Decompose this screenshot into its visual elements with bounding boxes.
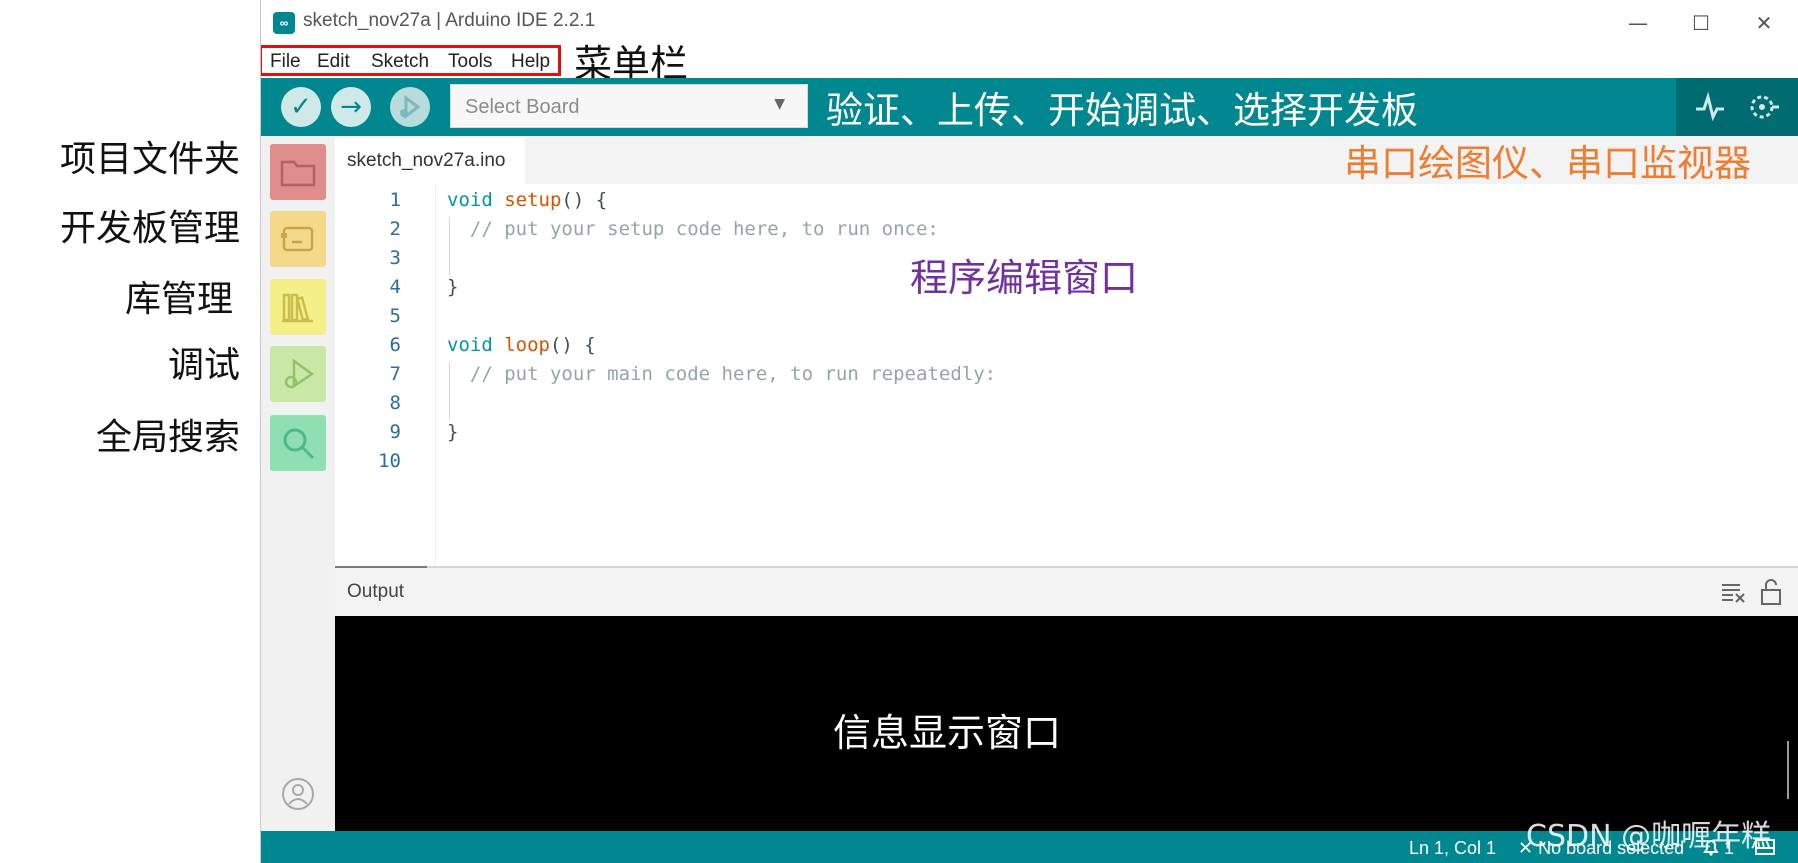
output-header: Output xyxy=(335,568,1798,616)
annotation-toolbar: 验证、上传、开始调试、选择开发板 xyxy=(826,89,1418,132)
annotation-search: 全局搜索 xyxy=(95,417,240,458)
toolbar: ✓ → Select Board ▼ 验证、上传、开始调试、选择开发板 xyxy=(261,78,1798,136)
annotation-editor: 程序编辑窗口 xyxy=(910,256,1139,300)
code-line-6: void loop() { xyxy=(447,334,596,356)
line-number: 7 xyxy=(389,363,401,385)
debug-icon[interactable] xyxy=(390,87,430,127)
output-title: Output xyxy=(347,581,405,602)
code-text: () { xyxy=(549,334,596,356)
toolbar-right-group xyxy=(1676,78,1798,136)
annotation-library: 库管理 xyxy=(124,279,233,320)
folder-icon[interactable] xyxy=(270,144,326,200)
arduino-logo-icon: ∞ xyxy=(273,12,295,34)
code-line-1: void setup() { xyxy=(447,189,607,211)
line-number: 3 xyxy=(389,247,401,269)
annotation-boards: 开发板管理 xyxy=(59,208,240,249)
title-bar: ∞ sketch_nov27a | Arduino IDE 2.2.1 — ☐ … xyxy=(261,0,1798,46)
code-keyword: void xyxy=(447,189,493,211)
cursor-position: Ln 1, Col 1 xyxy=(1409,838,1497,858)
line-number: 6 xyxy=(389,334,401,356)
output-scrollbar[interactable] xyxy=(1787,741,1789,799)
lock-icon[interactable] xyxy=(1760,578,1782,606)
line-number: 10 xyxy=(378,450,401,472)
serial-plotter-icon[interactable] xyxy=(1690,88,1730,126)
sidebar xyxy=(261,136,335,831)
code-line-2: // put your setup code here, to run once… xyxy=(447,218,939,240)
annotation-serial: 串口绘图仪、串口监视器 xyxy=(1344,142,1751,185)
maximize-button[interactable]: ☐ xyxy=(1681,8,1721,38)
clear-output-icon[interactable] xyxy=(1720,580,1746,604)
account-icon[interactable] xyxy=(281,777,315,811)
library-icon[interactable] xyxy=(270,279,326,335)
code-function: setup xyxy=(504,189,562,211)
minimize-button[interactable]: — xyxy=(1618,8,1658,38)
annotation-debug: 调试 xyxy=(167,345,240,386)
serial-monitor-icon[interactable] xyxy=(1744,88,1784,126)
status-bar: Ln 1, Col 1 ✕ No board selected 1 CSDN @… xyxy=(261,819,1798,863)
code-function: loop xyxy=(504,334,550,356)
code-keyword: void xyxy=(447,334,493,356)
line-number: 4 xyxy=(389,276,401,298)
menubar-highlight-box xyxy=(261,45,561,76)
tab-label: sketch_nov27a.ino xyxy=(347,150,506,171)
board-icon[interactable] xyxy=(270,211,326,267)
code-line-4: } xyxy=(447,276,459,298)
debug-bug-icon[interactable] xyxy=(270,346,326,402)
window-title: sketch_nov27a | Arduino IDE 2.2.1 xyxy=(303,10,596,31)
search-icon[interactable] xyxy=(270,415,326,471)
output-console[interactable]: 信息显示窗口 xyxy=(335,616,1798,831)
chevron-down-icon: ▼ xyxy=(774,96,785,112)
line-number: 1 xyxy=(389,189,401,211)
verify-icon[interactable]: ✓ xyxy=(281,87,321,127)
code-line-9: } xyxy=(447,421,459,443)
line-number: 9 xyxy=(389,421,401,443)
line-number-gutter: 1 2 3 4 5 6 7 8 9 10 xyxy=(335,184,436,566)
board-selector[interactable]: Select Board ▼ xyxy=(450,84,808,128)
tab-sketch[interactable]: sketch_nov27a.ino xyxy=(335,136,525,184)
board-selector-label: Select Board xyxy=(465,96,580,118)
line-number: 5 xyxy=(389,305,401,327)
annotation-output: 信息显示窗口 xyxy=(833,711,1062,755)
editor-tab-bar: sketch_nov27a.ino 串口绘图仪、串口监视器 xyxy=(335,136,1798,185)
code-line-7: // put your main code here, to run repea… xyxy=(447,363,997,385)
line-number: 2 xyxy=(389,218,401,240)
upload-icon[interactable]: → xyxy=(331,87,371,127)
watermark: CSDN @咖喱年糕 xyxy=(1526,819,1772,854)
close-button[interactable]: ✕ xyxy=(1744,8,1784,38)
code-text: () { xyxy=(561,189,608,211)
ide-window: ∞ sketch_nov27a | Arduino IDE 2.2.1 — ☐ … xyxy=(260,0,1798,863)
code-editor[interactable]: 1 2 3 4 5 6 7 8 9 10 void setup() { // p… xyxy=(335,184,1798,566)
line-number: 8 xyxy=(389,392,401,414)
annotation-sketchbook: 项目文件夹 xyxy=(59,139,240,180)
